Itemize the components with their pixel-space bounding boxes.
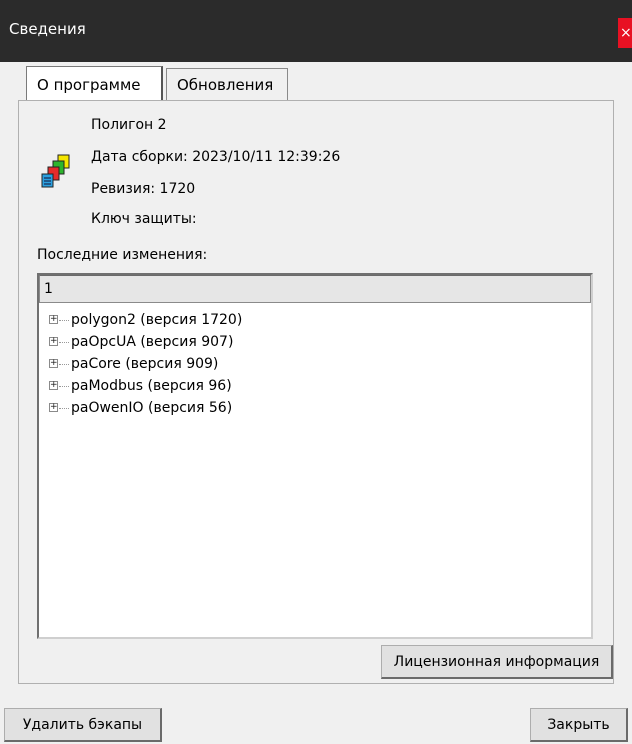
- plus-box-icon[interactable]: +: [49, 359, 58, 368]
- window-title: Сведения: [9, 20, 86, 38]
- close-window-button[interactable]: ×: [618, 18, 632, 48]
- list-item[interactable]: + paOwenIO (версия 56): [49, 397, 242, 419]
- close-button[interactable]: Закрыть: [530, 708, 628, 742]
- about-panel: Полигон 2 Дата сборки: 2023/10/11 12:39:…: [18, 100, 614, 684]
- tab-about[interactable]: О программе: [26, 66, 163, 102]
- tree-column-header[interactable]: 1: [39, 275, 591, 303]
- build-date: Дата сборки: 2023/10/11 12:39:26: [91, 149, 341, 165]
- delete-backups-button[interactable]: Удалить бэкапы: [4, 708, 162, 742]
- list-item-label: paOwenIO (версия 56): [71, 400, 233, 416]
- list-item[interactable]: + paCore (версия 909): [49, 353, 242, 375]
- revision: Ревизия: 1720: [91, 181, 196, 197]
- changes-list: + polygon2 (версия 1720) + paOpcUA (верс…: [49, 309, 242, 419]
- title-bar: Сведения ×: [0, 0, 632, 62]
- list-item-label: paOpcUA (версия 907): [71, 334, 234, 350]
- list-item-label: polygon2 (версия 1720): [71, 312, 243, 328]
- list-item-label: paCore (версия 909): [71, 356, 219, 372]
- recent-changes-label: Последние изменения:: [37, 247, 208, 263]
- changes-tree[interactable]: 1 + polygon2 (версия 1720) + paOpcUA (ве…: [37, 273, 593, 639]
- product-name: Полигон 2: [91, 117, 167, 133]
- plus-box-icon[interactable]: +: [49, 315, 58, 324]
- plus-box-icon[interactable]: +: [49, 381, 58, 390]
- list-item[interactable]: + paOpcUA (версия 907): [49, 331, 242, 353]
- list-item[interactable]: + polygon2 (версия 1720): [49, 309, 242, 331]
- app-icon: [41, 154, 70, 188]
- dialog-body: О программе Обновления Полигон 2 Дата сб…: [0, 62, 632, 744]
- plus-box-icon[interactable]: +: [49, 337, 58, 346]
- protection-key: Ключ защиты:: [91, 211, 197, 227]
- license-info-button[interactable]: Лицензионная информация: [381, 645, 613, 679]
- list-item-label: paModbus (версия 96): [71, 378, 232, 394]
- list-item[interactable]: + paModbus (версия 96): [49, 375, 242, 397]
- tab-updates[interactable]: Обновления: [166, 68, 288, 102]
- plus-box-icon[interactable]: +: [49, 403, 58, 412]
